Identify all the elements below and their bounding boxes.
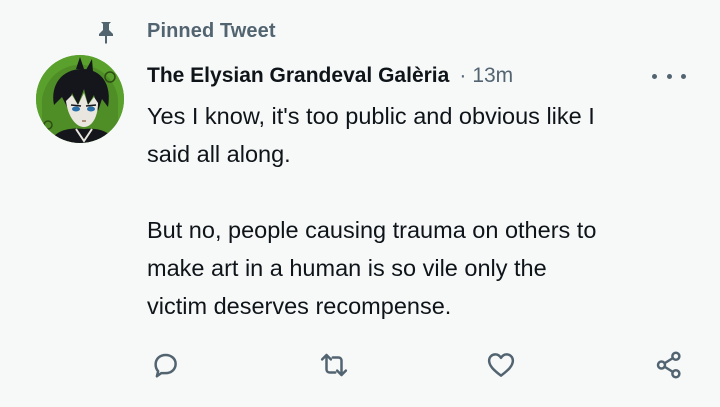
separator-dot: · bbox=[459, 64, 467, 87]
avatar[interactable] bbox=[36, 55, 124, 143]
pin-icon bbox=[99, 22, 113, 44]
tweet-actions bbox=[147, 347, 692, 383]
more-options-button[interactable] bbox=[652, 64, 686, 88]
more-icon-dot bbox=[666, 73, 672, 79]
reply-icon bbox=[154, 353, 177, 378]
like-button[interactable] bbox=[483, 347, 519, 383]
pinned-label: Pinned Tweet bbox=[147, 19, 276, 42]
share-button[interactable] bbox=[651, 347, 687, 383]
share-icon bbox=[656, 351, 681, 379]
more-icon-dot bbox=[652, 73, 657, 79]
more-icon-dot bbox=[681, 73, 686, 79]
retweet-button[interactable] bbox=[316, 347, 352, 383]
avatar-image bbox=[36, 55, 124, 143]
tweet-card[interactable]: Pinned Tweet The Elysian Grandeval Galèr… bbox=[0, 0, 720, 407]
pinned-indicator: Pinned Tweet bbox=[96, 18, 276, 44]
retweet-icon bbox=[320, 353, 348, 377]
reply-button[interactable] bbox=[147, 347, 183, 383]
display-name[interactable]: The Elysian Grandeval Galèria bbox=[147, 64, 449, 88]
tweet-header: The Elysian Grandeval Galèria · 13m bbox=[147, 60, 692, 92]
tweet-text: Yes I know, it's too public and obvious … bbox=[147, 103, 597, 319]
heart-icon bbox=[487, 353, 515, 377]
timestamp[interactable]: 13m bbox=[472, 64, 513, 88]
